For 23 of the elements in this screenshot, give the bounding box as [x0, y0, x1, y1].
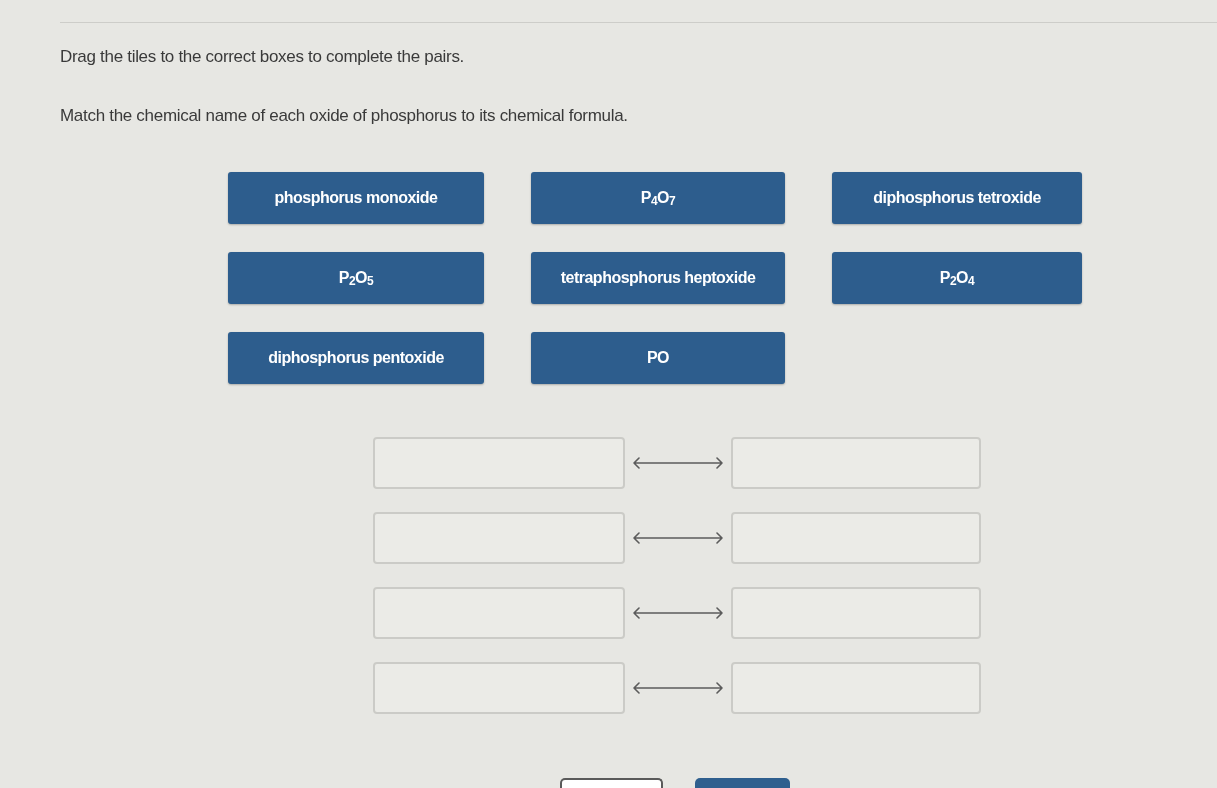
drag-tile[interactable]: P$_{2}$O$_{4}$ [832, 252, 1082, 304]
drag-tile[interactable]: P$_{2}$O$_{5}$ [228, 252, 484, 304]
drop-field[interactable] [731, 512, 981, 564]
cut-off-button[interactable] [560, 778, 663, 788]
double-arrow-icon [633, 457, 723, 469]
drop-field[interactable] [731, 587, 981, 639]
drag-tile[interactable]: phosphorus monoxide [228, 172, 484, 224]
drop-field[interactable] [373, 512, 625, 564]
drop-field[interactable] [373, 437, 625, 489]
double-arrow-icon [633, 532, 723, 544]
double-arrow-icon [633, 607, 723, 619]
drag-tile[interactable]: PO [531, 332, 785, 384]
drop-field[interactable] [731, 437, 981, 489]
drop-field[interactable] [731, 662, 981, 714]
instruction-text: Drag the tiles to the correct boxes to complete the pairs. [60, 47, 465, 67]
drag-tile[interactable]: P$_{4}$O$_{7}$ [531, 172, 785, 224]
drop-field[interactable] [373, 662, 625, 714]
instruction-text: Match the chemical name of each oxide of phosphorus to its chemical formula. [60, 106, 628, 126]
drag-tile[interactable]: diphosphorus pentoxide [228, 332, 484, 384]
drop-field[interactable] [373, 587, 625, 639]
double-arrow-icon [633, 682, 723, 694]
drag-tile[interactable]: diphosphorus tetroxide [832, 172, 1082, 224]
drag-tile[interactable]: tetraphosphorus heptoxide [531, 252, 785, 304]
